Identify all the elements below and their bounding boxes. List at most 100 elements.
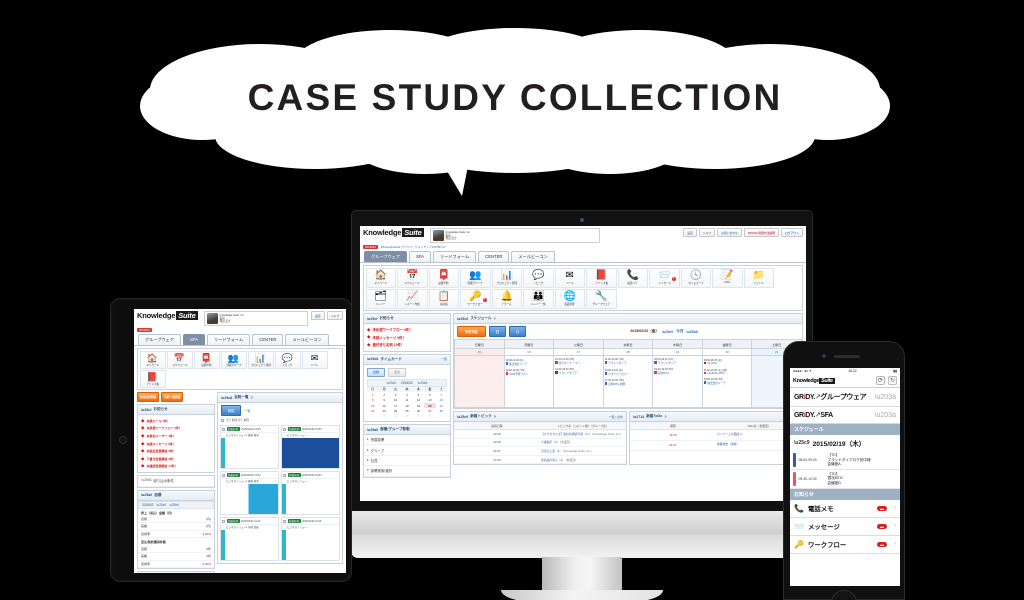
tab-sfa[interactable]: SFA (409, 251, 431, 262)
card-checkbox[interactable] (222, 427, 225, 431)
calendar-event[interactable]: 13:00-14:00 (全) ジオテクノロジー (604, 368, 652, 376)
help-button[interactable]: ヘルプ (326, 311, 343, 320)
module-スケジュール[interactable]: 📅 スケジュール (397, 267, 428, 288)
new-card-button[interactable]: 新規名刺登録 (137, 392, 160, 402)
card-list-item[interactable]: 新着名刺 2015/02/20 11:20 ビジネスソリュー1 前岡 英樹 (220, 517, 279, 561)
tab-center[interactable]: CENTER (252, 334, 284, 345)
notice-item[interactable]: ◆ 連付待ち名刺 10件！ (367, 341, 447, 349)
tablet-home-button[interactable] (119, 436, 127, 444)
card-checkbox[interactable] (222, 473, 225, 477)
business-card-thumbnail[interactable] (221, 530, 278, 560)
help-button[interactable]: ヘルプ (698, 228, 716, 237)
mini-calendar-day[interactable]: 1 (367, 414, 378, 419)
group-nav-item[interactable]: ▸ グループ (364, 445, 450, 456)
tab-leadform[interactable]: リードフォーム (432, 251, 477, 262)
table-row[interactable]: 01/17稼働報告（通常）ToDo完 (630, 440, 802, 452)
module-レポート作成[interactable]: 📈 レポート作成 (397, 288, 428, 309)
module-トピック[interactable]: 💬 トピック (523, 267, 554, 288)
next-month-button[interactable]: \u25b6 (169, 503, 179, 507)
card-list-item[interactable]: 新着名刺 2015/02/20 14:53 ビジネスソリュー… (281, 425, 340, 469)
mini-calendar-day[interactable]: 4 (401, 414, 412, 419)
table-row[interactable]: 11/18メンバーとの面談 9ToDo完 (630, 429, 802, 441)
today-button[interactable]: 今日 (676, 329, 683, 334)
mini-calendar-day[interactable]: 7 (436, 414, 447, 419)
link-gridy-sfa[interactable]: GRiDY.↗SFA \u203a (790, 407, 900, 424)
card-list-item[interactable]: 新着名刺 2015/02/20 11:20 ビジネスソリュー… (281, 517, 340, 561)
phone-menu-item[interactable]: 📨 メッセージ ▬ › (790, 518, 900, 536)
calendar-event[interactable]: 10:00-11:00 (外) 株式会社メーア (505, 358, 553, 366)
notice-item[interactable]: ◆ 未読メッセージ 9件！ (367, 334, 447, 342)
group-nav-item[interactable]: ▸ 社員 (364, 456, 450, 467)
table-row[interactable]: 02/18 人事掲示（3） (営業部) (454, 438, 626, 448)
mini-calendar-day[interactable]: 6 (424, 414, 435, 419)
tab-mailbeacon[interactable]: メールビーコン (511, 251, 555, 262)
calendar-day-cell[interactable] (454, 355, 505, 408)
link-gridy-groupware[interactable]: GRiDY.↗グループウェア \u203a (790, 388, 900, 407)
business-card-thumbnail[interactable] (282, 484, 339, 514)
calendar-event[interactable]: 14:00-15:00 (TD) ブランドダイア… (555, 368, 602, 375)
prev-month-button[interactable]: \u25c0 (387, 381, 397, 385)
notice-item[interactable]: ◆ 未読メッセージ 9件！ (141, 440, 211, 448)
notice-item[interactable]: ◆ 未確認営業報告 10件！ (141, 463, 211, 471)
tab-mailbeacon[interactable]: メールビーコン (285, 334, 329, 345)
calendar-day-number[interactable]: 18 (602, 348, 654, 356)
calendar-day-number[interactable]: 20 (701, 348, 753, 356)
filter-panel[interactable]: \u25b8 絞り込み条件 (137, 475, 215, 488)
topic-title[interactable]: 人事掲示（3） (営業部) (540, 438, 626, 448)
module-トピック[interactable]: 💬 トピック (274, 350, 301, 369)
calendar-day-number[interactable]: 17 (553, 348, 604, 356)
prev-week-button[interactable]: \u25c0 (662, 330, 673, 334)
table-row[interactable]: 02/18 【カスタマイズ】会社共通給与単（17） (Knowledge Suit… (454, 429, 626, 439)
calendar-day-number[interactable]: 19 (652, 348, 703, 356)
module-部署グループ[interactable]: 👥 部署グループ (460, 267, 491, 288)
prev-month-button[interactable]: \u25c0 (157, 503, 167, 507)
module-スケジュール[interactable]: 📅 スケジュール (166, 350, 193, 369)
notice-item[interactable]: ◆ 未処理ワークフロー 4件！ (141, 425, 211, 433)
tab-sfa[interactable]: SFA (183, 334, 205, 345)
group-nav-item[interactable]: ▾ 部署検索/選択 (364, 466, 450, 477)
module-ToDo[interactable]: 📝 ToDo (712, 267, 743, 288)
calendar-event[interactable]: 15:00-16:00 (TD) 株式会社メーア (703, 378, 751, 385)
card-checkbox[interactable] (222, 519, 225, 523)
module-部署グループ[interactable]: 👥 部署グループ (220, 350, 247, 369)
card-list-item[interactable]: 新着名刺 2015/02/20 14:53 ビジネスソリュー… (281, 471, 340, 515)
calendar-event[interactable]: 11:00-13:00 (その他) LAUNCH MTG… (703, 368, 751, 375)
business-card-thumbnail[interactable] (221, 438, 278, 468)
phone-home-button[interactable] (831, 590, 857, 600)
phone-menu-item[interactable]: 📞 電話メモ ▬ › (790, 500, 900, 518)
phone-event[interactable]: 09:30-10:30 【TD】 週次MTG 会議室D (790, 470, 900, 489)
module-ファイル[interactable]: 📁 ファイル (743, 267, 774, 288)
topics-all-link[interactable]: 全件 (617, 415, 623, 419)
module-プロジェクト管理[interactable]: 📊 プロジェクト管理 (247, 350, 274, 369)
module-プロジェクト管理[interactable]: 📊 プロジェクト管理 (491, 267, 522, 288)
batch-card-button[interactable]: 名刺一括登録 (161, 392, 184, 402)
notice-item[interactable]: ◆ 未処理ワークフロー 3件！ (367, 326, 447, 334)
timecard-list-link[interactable]: 一覧 (441, 357, 447, 361)
group-nav-item[interactable]: ▸ 所属部署 (364, 435, 450, 446)
module-グループウェア[interactable]: 🔧 グループウェア (586, 288, 617, 309)
mini-calendar-day[interactable]: 3 (390, 414, 401, 419)
user-box[interactable]: Knowledge Suite, inc. 役員 利田 英士 (429, 228, 600, 243)
module-商品管理[interactable]: 🌐 商品管理 (554, 288, 585, 309)
card-checkbox[interactable] (283, 427, 286, 431)
notice-item[interactable]: ◆ 未参加ユーザー 4件！ (141, 432, 211, 440)
calendar-day-cell[interactable]: 10:00-11:00 (外) 株式会社メーア 13:00-14:00 (TD) CR… (503, 355, 555, 408)
module-メンバー[interactable]: 🗂 メンバー (365, 288, 396, 309)
tab-leadform[interactable]: リードフォーム (206, 334, 251, 345)
clock-in-button[interactable]: 出勤 (367, 367, 386, 377)
notice-item[interactable]: ◆ 下書き営業報告 2件！ (141, 455, 211, 463)
notice-item[interactable]: ◆ 未読メール 1件！ (141, 417, 211, 425)
calendar-event[interactable]: 08:30-09:30 (全) GL MTG (703, 358, 751, 365)
usage-button[interactable]: 50%/50 利用方法説明 (743, 228, 779, 237)
module-電話メモ[interactable]: 📞 電話メモ (617, 267, 648, 288)
refresh-icon[interactable]: ↻ (888, 376, 897, 385)
settings-button[interactable]: 設定 (310, 311, 325, 320)
calendar-day-number[interactable]: 16 (503, 348, 555, 356)
business-card-thumbnail[interactable] (282, 530, 339, 560)
module-マイページ[interactable]: 🏠 マイページ (365, 267, 396, 288)
table-row[interactable]: 07/16 新商品の導入（2） (営業部) (454, 455, 626, 465)
calendar-day-cell[interactable]: 10:30-13:00 (TD) 東京セミナー キー 14:00-15:00 (TD… (553, 355, 604, 408)
module-アドレス帳[interactable]: 📕 アドレス帳 (586, 267, 617, 288)
phone-event[interactable]: 08:00-09:00 【TD】 ブランドダイアログ 田中様 会議室A (790, 451, 900, 470)
phone-menu-item[interactable]: 🔑 ワークフロー ▬ › (790, 536, 900, 554)
